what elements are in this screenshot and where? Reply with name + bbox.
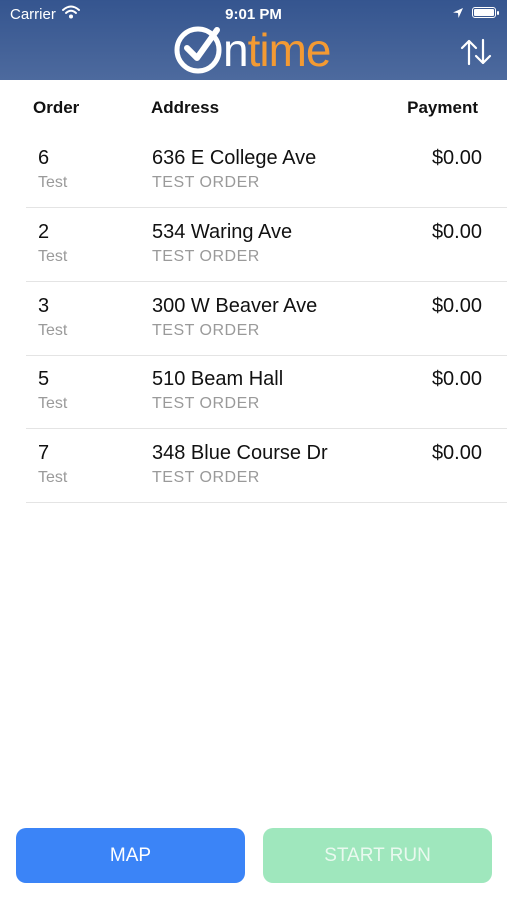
app-header: Carrier 9:01 PM ntime (0, 0, 507, 80)
order-row[interactable]: 5 Test 510 Beam Hall TEST ORDER $0.00 (0, 356, 507, 429)
row-divider (26, 428, 507, 429)
order-payment: $0.00 (431, 147, 482, 169)
order-number: 7 (38, 442, 50, 464)
order-customer: Test (38, 395, 68, 412)
order-note: TEST ORDER (152, 322, 260, 339)
order-payment: $0.00 (431, 295, 482, 317)
status-time: 9:01 PM (225, 6, 282, 23)
order-row[interactable]: 6 Test 636 E College Ave TEST ORDER $0.0… (0, 135, 507, 208)
order-number: 5 (38, 368, 50, 390)
order-payment: $0.00 (431, 442, 482, 464)
order-note: TEST ORDER (152, 395, 260, 412)
column-header-address: Address (151, 98, 220, 117)
ontime-logo: ntime (172, 24, 342, 76)
location-arrow-icon (452, 6, 464, 23)
order-address: 348 Blue Course Dr (152, 442, 328, 464)
order-customer: Test (38, 174, 68, 191)
order-row[interactable]: 7 Test 348 Blue Course Dr TEST ORDER $0.… (0, 430, 507, 503)
order-number: 6 (38, 147, 50, 169)
order-note: TEST ORDER (152, 248, 260, 265)
sort-arrows-icon[interactable] (459, 38, 493, 71)
logo-check-icon (174, 26, 222, 74)
order-row[interactable]: 3 Test 300 W Beaver Ave TEST ORDER $0.00 (0, 283, 507, 356)
order-customer: Test (38, 322, 68, 339)
order-customer: Test (38, 248, 68, 265)
logo-wordmark: ntime (223, 24, 331, 76)
order-payment: $0.00 (431, 368, 482, 390)
column-header-payment: Payment (407, 98, 478, 117)
order-address: 510 Beam Hall (152, 368, 284, 390)
start-run-button[interactable]: START RUN (263, 828, 492, 883)
order-note: TEST ORDER (152, 469, 260, 486)
order-payment: $0.00 (431, 221, 482, 243)
order-address: 636 E College Ave (152, 147, 317, 169)
order-number: 2 (38, 221, 50, 243)
order-address: 300 W Beaver Ave (152, 295, 318, 317)
order-customer: Test (38, 469, 68, 486)
map-button[interactable]: MAP (16, 828, 245, 883)
order-number: 3 (38, 295, 50, 317)
column-header-order: Order (33, 98, 80, 117)
order-row[interactable]: 2 Test 534 Waring Ave TEST ORDER $0.00 (0, 209, 507, 282)
order-address: 534 Waring Ave (152, 221, 293, 243)
battery-icon (472, 7, 499, 18)
order-note: TEST ORDER (152, 174, 260, 191)
row-divider (26, 207, 507, 208)
row-divider (26, 281, 507, 282)
row-divider (26, 502, 507, 503)
